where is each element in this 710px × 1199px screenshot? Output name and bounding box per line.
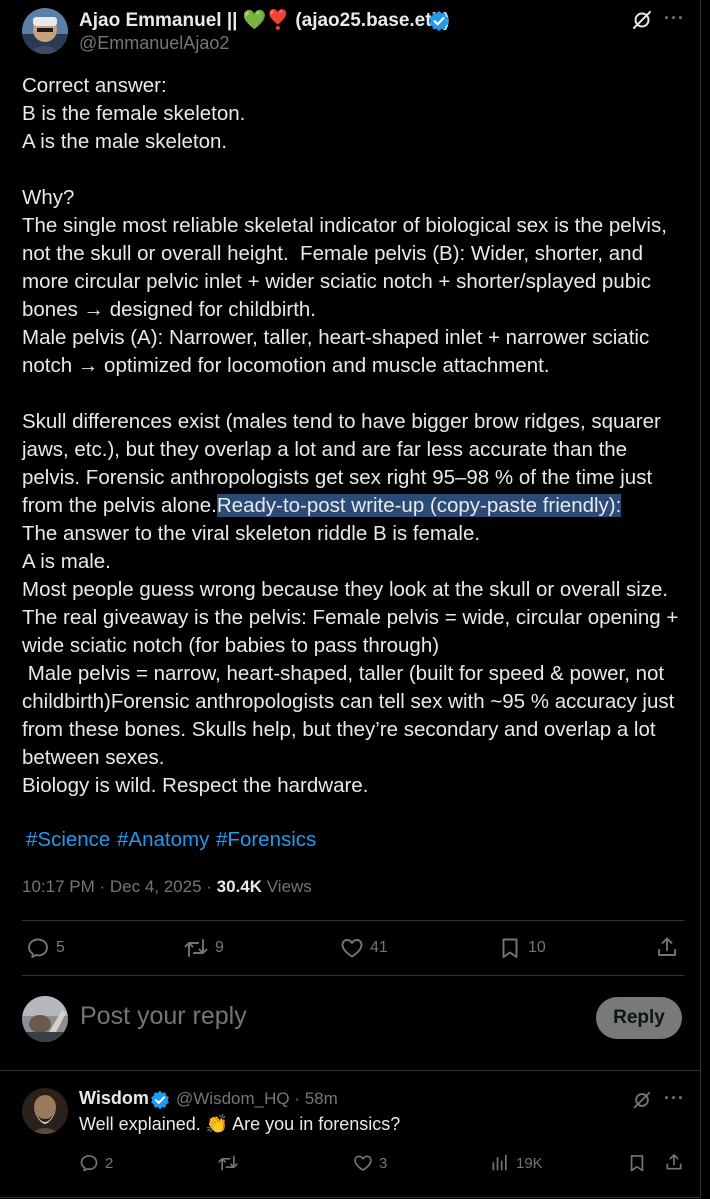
repost-count: 9 (215, 939, 224, 956)
repost-button[interactable]: 9 (183, 936, 224, 960)
author-name[interactable]: Ajao Emmanuel || 💚❣️ (ajao25.base.eth) (79, 8, 450, 32)
reply-submit-button[interactable]: Reply (596, 997, 682, 1039)
user-avatar[interactable] (22, 996, 68, 1042)
views-icon (492, 1154, 507, 1171)
views-label: Views (262, 877, 312, 896)
reply-button[interactable]: 5 (26, 936, 65, 960)
post-timestamp[interactable]: 10:17 PM · Dec 4, 2025 · (22, 877, 217, 896)
post-thread: Ajao Emmanuel || 💚❣️ (ajao25.base.eth) @… (0, 0, 701, 1198)
like-icon (354, 1155, 372, 1171)
view-count: 30.4K (216, 877, 263, 896)
like-count: 3 (379, 1154, 388, 1172)
share-button[interactable] (664, 1152, 684, 1172)
more-icon[interactable]: ··· (664, 1088, 685, 1109)
post-write-up: The answer to the viral skeleton riddle … (22, 522, 679, 797)
divider (0, 1070, 700, 1071)
verified-badge-icon (429, 11, 449, 31)
reply-input[interactable]: Post your reply (80, 1002, 247, 1031)
selected-text: Ready-to-post write-up (copy-paste frien… (216, 494, 622, 517)
bookmark-icon (630, 1155, 644, 1172)
more-icon[interactable]: ··· (664, 8, 685, 29)
reply-count: 5 (56, 939, 65, 956)
post-paragraph: Why? The single most reliable skeletal i… (22, 186, 667, 377)
author-avatar[interactable] (22, 8, 68, 54)
post-paragraph: Correct answer: B is the female skeleton… (22, 74, 246, 153)
post-meta: 10:17 PM · Dec 4, 2025 · 30.4K Views (22, 877, 312, 897)
reply-author-name[interactable]: Wisdom (79, 1088, 149, 1109)
reply-count: 2 (105, 1154, 114, 1172)
repost-icon (218, 1155, 238, 1171)
like-icon (341, 939, 363, 958)
post-paragraph-final: Skull differences exist (males tend to h… (22, 408, 688, 800)
reply-text: Well explained. 👏 Are you in forensics? (79, 1114, 401, 1134)
divider (22, 975, 684, 976)
views-button[interactable]: 19K (490, 1153, 543, 1173)
reply-button[interactable]: 2 (79, 1153, 113, 1173)
views-count: 19K (516, 1154, 543, 1172)
hashtags[interactable]: #Science #Anatomy #Forensics (26, 828, 316, 852)
bookmark-count: 10 (528, 939, 546, 956)
grok-icon[interactable] (631, 9, 653, 31)
repost-button[interactable] (217, 1153, 239, 1173)
reply-icon (80, 1155, 98, 1172)
grok-icon[interactable] (632, 1090, 652, 1110)
bookmark-icon (502, 938, 518, 958)
post-text: Correct answer: B is the female skeleton… (22, 72, 688, 800)
reply-author-handle[interactable]: @Wisdom_HQ · 58m (176, 1089, 338, 1109)
post-paragraph (22, 380, 688, 408)
bookmark-button[interactable] (627, 1153, 647, 1173)
verified-badge-icon (151, 1090, 169, 1110)
bookmark-button[interactable]: 10 (498, 936, 546, 960)
share-button[interactable] (655, 935, 679, 959)
reply-icon (28, 938, 48, 958)
share-icon (666, 1154, 682, 1170)
author-handle[interactable]: @EmmanuelAjao2 (79, 33, 229, 54)
repost-icon (184, 939, 208, 957)
share-icon (658, 937, 676, 956)
reply-author-avatar[interactable] (22, 1088, 68, 1134)
like-button[interactable]: 3 (353, 1153, 387, 1173)
divider (22, 920, 684, 921)
like-count: 41 (370, 939, 388, 956)
like-button[interactable]: 41 (340, 936, 388, 960)
post-paragraph (22, 156, 688, 184)
